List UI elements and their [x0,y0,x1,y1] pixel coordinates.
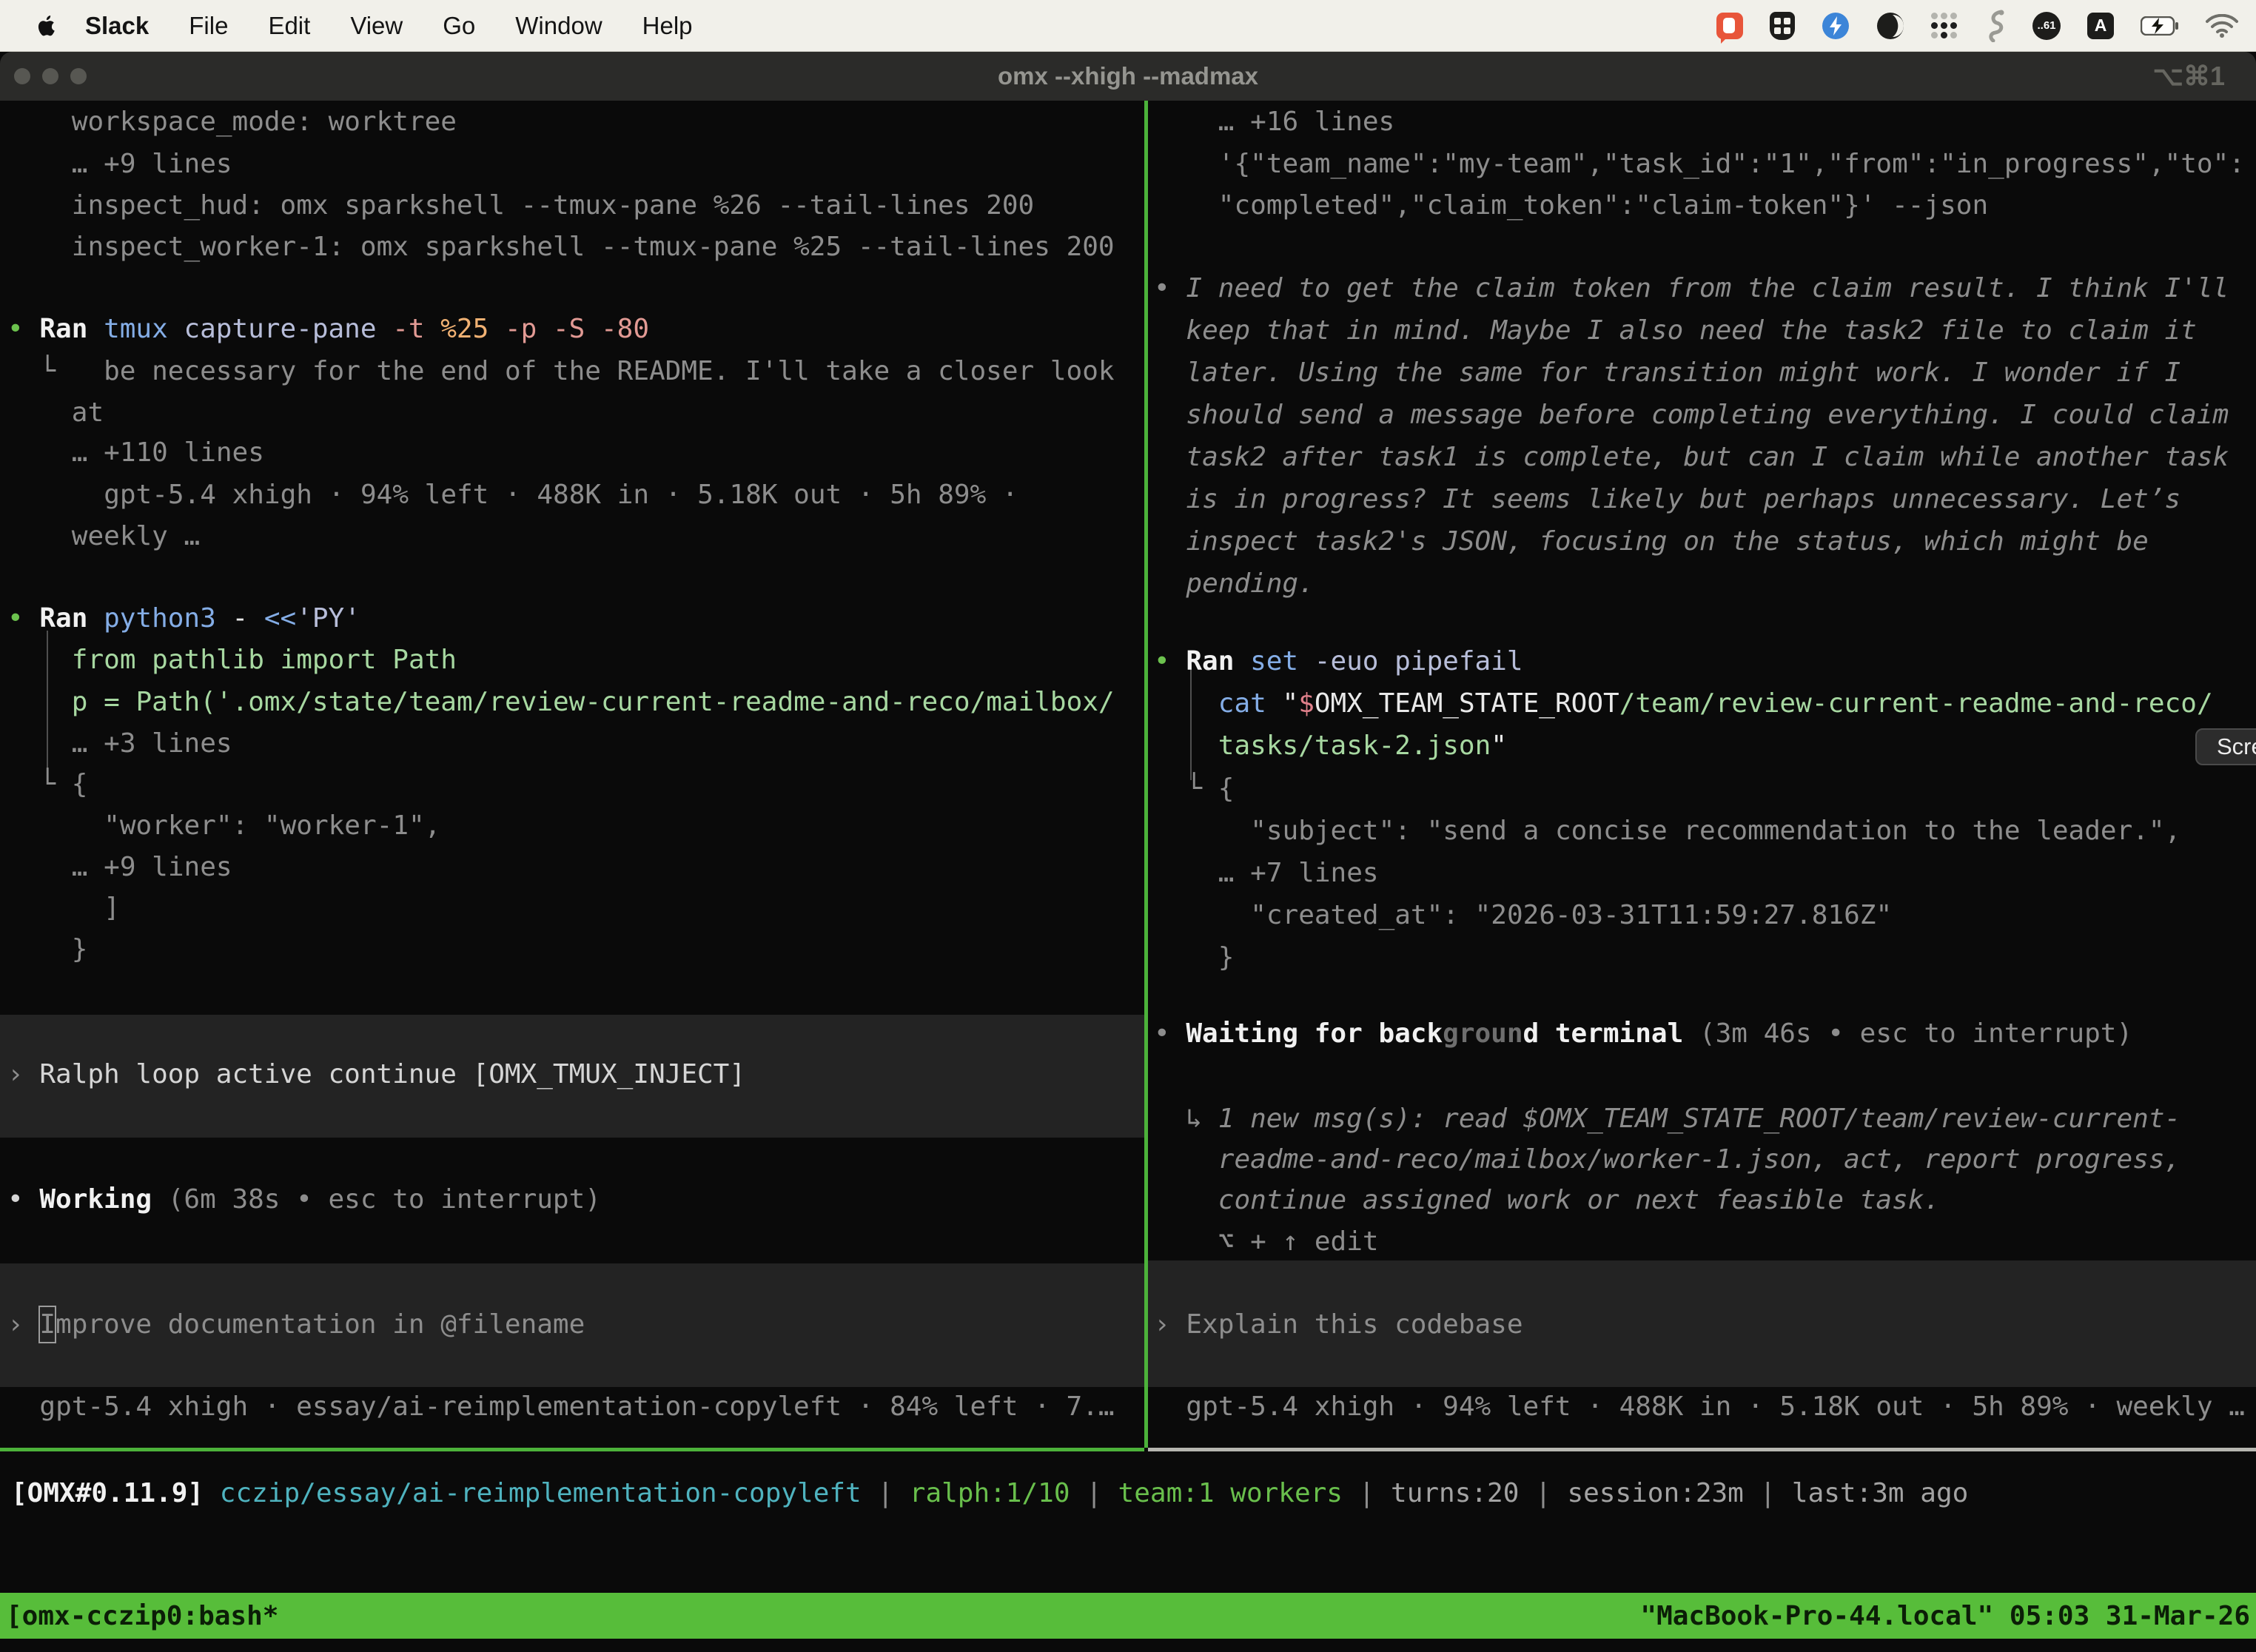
terminal-line: … +16 lines [1218,101,1394,143]
menu-bar: SlackFileEditViewGoWindowHelp ..61 A [0,0,2256,52]
tmux-session-label: [omx-cczip0:bash* [6,1601,278,1631]
menu-help[interactable]: Help [622,12,713,40]
window-title: omx --xhigh --madmax [0,52,2256,101]
terminal-line: inspect task2's JSON, focusing on the st… [1186,520,2148,563]
terminal-line: "completed","claim_token":"claim-token"}… [1218,184,1988,226]
terminal-line: is in progress? It seems likely but perh… [1186,478,2181,520]
menu-view[interactable]: View [330,12,423,40]
menu-window[interactable]: Window [495,12,622,40]
terminal-line: … +3 lines [72,722,232,765]
ralph-loop-status: › Ralph loop active continue [OMX_TMUX_I… [7,1053,745,1095]
terminal-line: gpt-5.4 xhigh · essay/ai-reimplementatio… [39,1386,1114,1428]
menu-file[interactable]: File [169,12,248,40]
terminal-line: '{"team_name":"my-team","task_id":"1","f… [1218,143,2245,185]
terminal-line: p = Path('.omx/state/team/review-current… [72,681,1115,723]
window-shortcut-hint: ⌥⌘1 [2152,52,2225,101]
terminal-line: └ { [1186,768,1234,810]
apple-menu[interactable] [37,14,58,38]
terminal-line: inspect_hud: omx sparkshell --tmux-pane … [72,184,1034,226]
terminal-line: tasks/task-2.json" [1218,725,1507,767]
terminal-content: workspace_mode: worktree… +9 linesinspec… [0,101,2256,1652]
terminal-line: … +9 lines [72,143,232,185]
terminal-line: gpt-5.4 xhigh · 94% left · 488K in · 5.1… [1186,1386,2244,1428]
crescent-icon[interactable] [1876,12,1904,40]
squiggle-icon[interactable] [1984,10,2006,42]
terminal-line: "created_at": "2026-03-31T11:59:27.816Z" [1250,894,1892,936]
terminal-line: readme-and-reco/mailbox/worker-1.json, a… [1218,1138,2181,1181]
terminal-line: continue assigned work or next feasible … [1218,1179,1940,1221]
battery-badge-icon[interactable]: ..61 [2032,12,2061,40]
window-title-bar: omx --xhigh --madmax ⌥⌘1 [0,52,2256,101]
menu-go[interactable]: Go [423,12,495,40]
output-connector-line [1190,668,1192,780]
terminal-line: pending. [1186,563,1314,605]
shield-grid-icon[interactable] [1770,12,1795,40]
terminal-line: gpt-5.4 xhigh · 94% left · 488K in · 5.1… [104,474,1018,516]
input-source-icon[interactable]: A [2087,13,2114,39]
terminal-line: keep that in mind. Maybe I also need the… [1186,309,2196,352]
terminal-line: } [1218,936,1235,978]
terminal-line: • Ran python3 - <<'PY' [7,597,360,639]
terminal-line: • Ran tmux capture-pane -t %25 -p -S -80 [7,308,649,350]
terminal-line: └ be necessary for the end of the README… [39,350,1114,392]
terminal-line: cat "$OMX_TEAM_STATE_ROOT/team/review-cu… [1218,682,2213,725]
pane-divider[interactable] [1144,101,1148,1448]
screen-tooltip: Scre [2195,728,2256,765]
terminal-line: • Waiting for background terminal (3m 46… [1154,1013,2132,1055]
tmux-host-clock: "MacBook-Pro-44.local" 05:03 31-Mar-26 [1640,1601,2250,1631]
omx-status-line: [OMX#0.11.9] cczip/essay/ai-reimplementa… [11,1472,1968,1514]
terminal-line: "subject": "send a concise recommendatio… [1250,810,2181,852]
terminal-line: ↳ 1 new msg(s): read $OMX_TEAM_STATE_ROO… [1186,1098,2181,1140]
terminal-line: • Ran set -euo pipefail [1154,640,1523,682]
terminal-line: task2 after task1 is complete, but can I… [1186,436,2229,478]
terminal-line: • Working (6m 38s • esc to interrupt) [7,1178,601,1220]
battery-charging-icon[interactable] [2141,16,2179,36]
apple-icon [37,14,58,38]
menu-slack[interactable]: Slack [65,12,169,40]
prompt-input[interactable]: › Improve documentation in @filename [7,1303,585,1346]
bolt-badge-icon[interactable] [1822,12,1850,40]
right-pane-bottom-border [1148,1448,2256,1451]
terminal-line: └ { [39,763,87,805]
terminal-line: • I need to get the claim token from the… [1154,267,2229,309]
terminal-line: weekly … [72,515,200,557]
terminal-line: at [72,392,104,434]
terminal-line: ⌥ + ↑ edit [1218,1220,1379,1263]
wifi-icon[interactable] [2206,14,2238,38]
terminal-line: } [72,928,88,970]
terminal-line: later. Using the same for transition mig… [1186,352,2181,394]
tmux-status-bar: [omx-cczip0:bash* "MacBook-Pro-44.local"… [0,1593,2256,1639]
terminal-line: … +9 lines [72,846,232,888]
dots-grid-icon[interactable] [1931,13,1957,38]
text-cursor [38,1306,56,1343]
prompt-input[interactable]: › Explain this codebase [1154,1303,1523,1346]
terminal-line: … +7 lines [1218,852,1379,894]
terminal-line: ] [104,887,120,929]
menu-status-icons: ..61 A [1716,10,2256,42]
terminal-line: inspect_worker-1: omx sparkshell --tmux-… [72,226,1115,268]
terminal-line: should send a message before completing … [1186,394,2229,436]
terminal-line: … +110 lines [72,432,264,474]
output-connector-line [47,631,48,771]
terminal-line: from pathlib import Path [72,639,457,681]
chat-app-icon[interactable] [1716,13,1743,39]
terminal-line: "worker": "worker-1", [104,805,440,847]
menu-edit[interactable]: Edit [248,12,330,40]
screen: SlackFileEditViewGoWindowHelp ..61 A [0,0,2256,1652]
left-pane-bottom-border [0,1448,1144,1451]
terminal-line: workspace_mode: worktree [72,101,457,143]
